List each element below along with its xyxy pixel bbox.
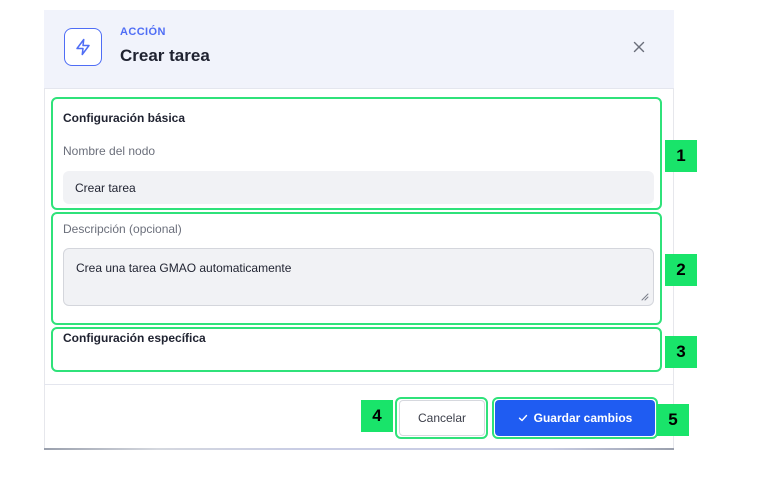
node-name-label: Nombre del nodo [63,144,156,158]
cancel-button[interactable]: Cancelar [399,400,485,436]
annotation-badge-4: 4 [361,400,393,432]
annotation-badge-2: 2 [665,254,697,286]
node-name-input[interactable]: Crear tarea [63,171,654,204]
footer-divider [44,384,674,385]
check-icon [518,414,527,422]
description-label: Descripción (opcional) [63,222,182,236]
save-changes-button[interactable]: Guardar cambios [495,400,655,436]
specific-config-title: Configuración específica [63,331,206,345]
annotation-badge-1: 1 [665,140,697,172]
description-value: Crea una tarea GMAO automaticamente [76,261,292,275]
close-icon [633,41,645,53]
annotation-badge-3: 3 [665,336,697,368]
modal-header: ACCIÓN Crear tarea [44,10,674,89]
lightning-bolt-icon [64,28,102,66]
close-button[interactable] [628,36,650,58]
modal-bottom-edge [44,448,674,450]
node-name-value: Crear tarea [75,180,136,195]
save-button-label: Guardar cambios [533,411,633,425]
basic-config-title: Configuración básica [63,111,186,125]
screen: ACCIÓN Crear tarea Configuración básica … [0,0,762,487]
modal-title: Crear tarea [120,46,210,65]
annotation-badge-5: 5 [657,404,689,436]
resize-grip-icon[interactable] [639,291,649,301]
modal-kicker: ACCIÓN [120,26,166,38]
description-textarea[interactable]: Crea una tarea GMAO automaticamente [63,248,654,306]
